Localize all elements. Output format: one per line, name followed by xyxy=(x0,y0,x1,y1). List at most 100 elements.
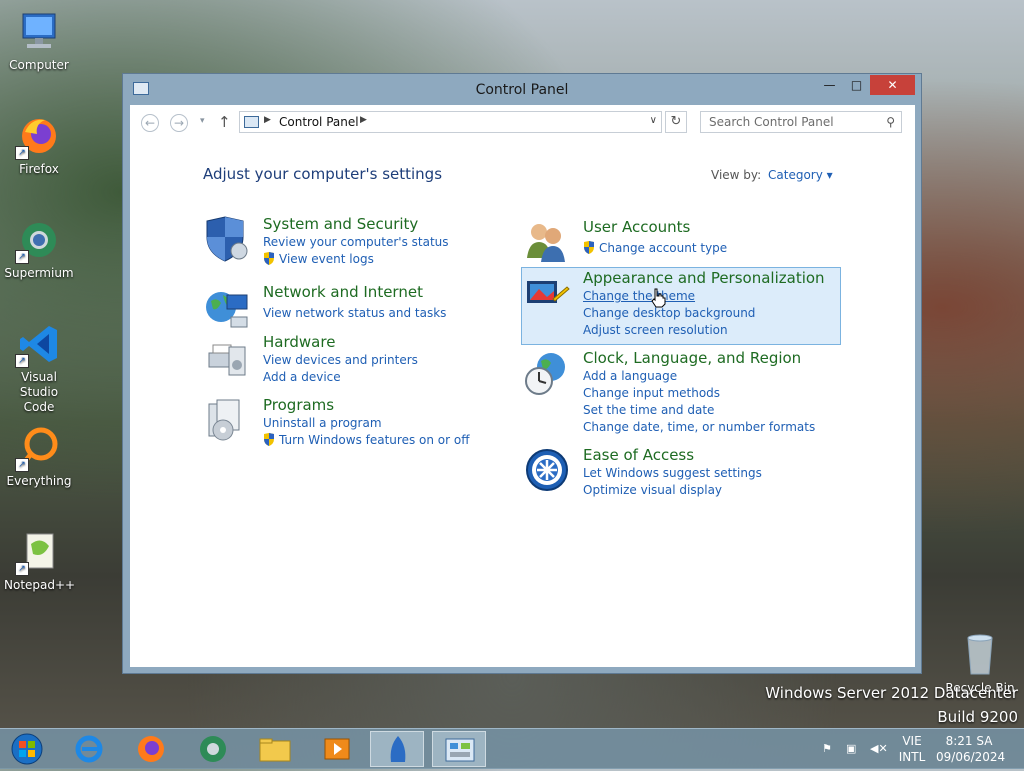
link-change-account-type[interactable]: Change account type xyxy=(583,240,727,257)
shortcut-arrow-icon: ↗ xyxy=(15,458,29,472)
taskbar-media-player[interactable] xyxy=(310,731,364,767)
desktop-icon-label: Everything xyxy=(6,474,72,488)
taskbar-control-panel[interactable] xyxy=(432,731,486,767)
window-client-area: ← → ▾ ↑ ▶ Control Panel ▶ ∨ ↻ ⚲ Adjust y… xyxy=(130,105,915,667)
start-button[interactable] xyxy=(0,731,54,767)
clock-time[interactable]: 8:21 SA xyxy=(936,734,1002,748)
category-title[interactable]: Ease of Access xyxy=(583,446,762,465)
category-title[interactable]: Programs xyxy=(263,396,470,415)
category-title[interactable]: Appearance and Personalization xyxy=(583,269,825,288)
up-button[interactable]: ↑ xyxy=(218,113,231,131)
search-icon[interactable]: ⚲ xyxy=(886,115,895,129)
link-screen-resolution[interactable]: Adjust screen resolution xyxy=(583,322,825,339)
input-language-secondary[interactable]: INTL xyxy=(896,750,928,764)
shortcut-arrow-icon: ↗ xyxy=(15,562,29,576)
link-formats[interactable]: Change date, time, or number formats xyxy=(583,419,815,436)
desktop-icon-everything[interactable]: ↗ Everything xyxy=(4,424,74,489)
navigation-bar: ← → ▾ ↑ ▶ Control Panel ▶ ∨ ↻ ⚲ xyxy=(130,105,915,141)
close-button[interactable]: ✕ xyxy=(870,75,915,95)
network-globe-icon[interactable] xyxy=(203,283,251,331)
link-add-device[interactable]: Add a device xyxy=(263,369,418,386)
shortcut-arrow-icon: ↗ xyxy=(15,354,29,368)
appearance-icon[interactable] xyxy=(523,269,571,317)
link-uninstall-program[interactable]: Uninstall a program xyxy=(263,415,470,432)
link-network-status[interactable]: View network status and tasks xyxy=(263,305,446,322)
input-language-primary[interactable]: VIE xyxy=(896,734,928,748)
network-icon[interactable]: ▣ xyxy=(846,742,860,756)
link-label: Change account type xyxy=(599,241,728,255)
taskbar-app-blue[interactable] xyxy=(370,731,424,767)
control-panel-window: Control Panel — □ ✕ ← → ▾ ↑ ▶ Control Pa… xyxy=(122,73,922,674)
link-label: View event logs xyxy=(279,252,374,266)
desktop-icon-label: Visual Studio Code xyxy=(19,370,59,414)
title-bar[interactable]: Control Panel — □ ✕ xyxy=(123,74,921,104)
shield-icon[interactable] xyxy=(203,215,251,263)
search-box[interactable]: ⚲ xyxy=(700,111,902,133)
clock-globe-icon[interactable] xyxy=(523,349,571,397)
forward-button[interactable]: → xyxy=(170,114,188,132)
search-input[interactable] xyxy=(701,112,885,132)
link-desktop-background[interactable]: Change desktop background xyxy=(583,305,825,322)
desktop-icon-vscode[interactable]: ↗ Visual Studio Code xyxy=(4,320,74,415)
printer-icon[interactable] xyxy=(203,333,251,381)
users-icon[interactable] xyxy=(523,218,571,266)
desktop-icon-supermium[interactable]: ↗ Supermium xyxy=(4,216,74,281)
address-bar[interactable]: ▶ Control Panel ▶ ∨ xyxy=(239,111,662,133)
windows-watermark-edition: Windows Server 2012 Datacenter xyxy=(765,684,1018,702)
volume-muted-icon[interactable]: ◀✕ xyxy=(870,742,888,756)
link-change-theme[interactable]: Change the theme xyxy=(583,288,825,305)
page-title: Adjust your computer's settings xyxy=(203,165,443,183)
category-title[interactable]: Hardware xyxy=(263,333,418,352)
link-time-date[interactable]: Set the time and date xyxy=(583,402,815,419)
link-input-methods[interactable]: Change input methods xyxy=(583,385,815,402)
firefox-icon: ↗ xyxy=(15,112,63,160)
breadcrumb-control-panel[interactable]: Control Panel xyxy=(279,115,359,129)
link-optimize-display[interactable]: Optimize visual display xyxy=(583,482,762,499)
control-panel-icon xyxy=(445,738,475,762)
uac-shield-icon xyxy=(264,433,274,446)
notepadpp-icon: ↗ xyxy=(15,528,63,576)
supermium-icon xyxy=(200,736,226,762)
link-view-event-logs[interactable]: View event logs xyxy=(263,251,449,268)
category-title[interactable]: User Accounts xyxy=(583,218,727,237)
link-devices-printers[interactable]: View devices and printers xyxy=(263,352,418,369)
app-icon xyxy=(390,736,406,762)
recent-locations-button[interactable]: ▾ xyxy=(200,116,205,126)
windows-logo-icon xyxy=(11,733,43,765)
category-title[interactable]: Clock, Language, and Region xyxy=(583,349,815,368)
chevron-down-icon[interactable]: ∨ xyxy=(650,115,657,126)
link-add-language[interactable]: Add a language xyxy=(583,368,815,385)
vscode-icon: ↗ xyxy=(15,320,63,368)
link-suggest-settings[interactable]: Let Windows suggest settings xyxy=(583,465,762,482)
chevron-right-icon[interactable]: ▶ xyxy=(360,115,367,125)
link-review-status[interactable]: Review your computer's status xyxy=(263,234,449,251)
back-button[interactable]: ← xyxy=(141,114,159,132)
minimize-button[interactable]: — xyxy=(816,75,843,95)
programs-icon[interactable] xyxy=(203,396,251,444)
media-player-icon xyxy=(324,738,350,760)
taskbar-internet-explorer[interactable] xyxy=(62,731,116,767)
refresh-button[interactable]: ↻ xyxy=(665,111,687,133)
taskbar-firefox[interactable] xyxy=(124,731,178,767)
category-title[interactable]: Network and Internet xyxy=(263,283,446,302)
desktop-icon-firefox[interactable]: ↗ Firefox xyxy=(4,112,74,177)
category-title[interactable]: System and Security xyxy=(263,215,449,234)
flag-icon[interactable]: ⚑ xyxy=(822,742,836,756)
maximize-button[interactable]: □ xyxy=(843,75,870,95)
taskbar-supermium[interactable] xyxy=(186,731,240,767)
taskbar-file-explorer[interactable] xyxy=(248,731,302,767)
shortcut-arrow-icon: ↗ xyxy=(15,250,29,264)
recycle-bin-icon xyxy=(967,634,993,675)
clock-date[interactable]: 09/06/2024 xyxy=(936,750,1005,764)
desktop-icon-notepadpp[interactable]: ↗ Notepad++ xyxy=(4,528,75,593)
shortcut-arrow-icon: ↗ xyxy=(15,146,29,160)
desktop-icon-computer[interactable]: Computer xyxy=(4,8,74,73)
chevron-right-icon[interactable]: ▶ xyxy=(264,115,271,125)
firefox-icon xyxy=(138,736,164,762)
view-by-dropdown[interactable]: Category ▾ xyxy=(768,168,833,182)
link-label: Turn Windows features on or off xyxy=(279,433,470,447)
hand-cursor-icon xyxy=(651,288,666,308)
ease-of-access-icon[interactable] xyxy=(523,446,571,494)
link-windows-features[interactable]: Turn Windows features on or off xyxy=(263,432,470,449)
taskbar: ⚑ ▣ ◀✕ VIE INTL 8:21 SA 09/06/2024 xyxy=(0,728,1024,769)
